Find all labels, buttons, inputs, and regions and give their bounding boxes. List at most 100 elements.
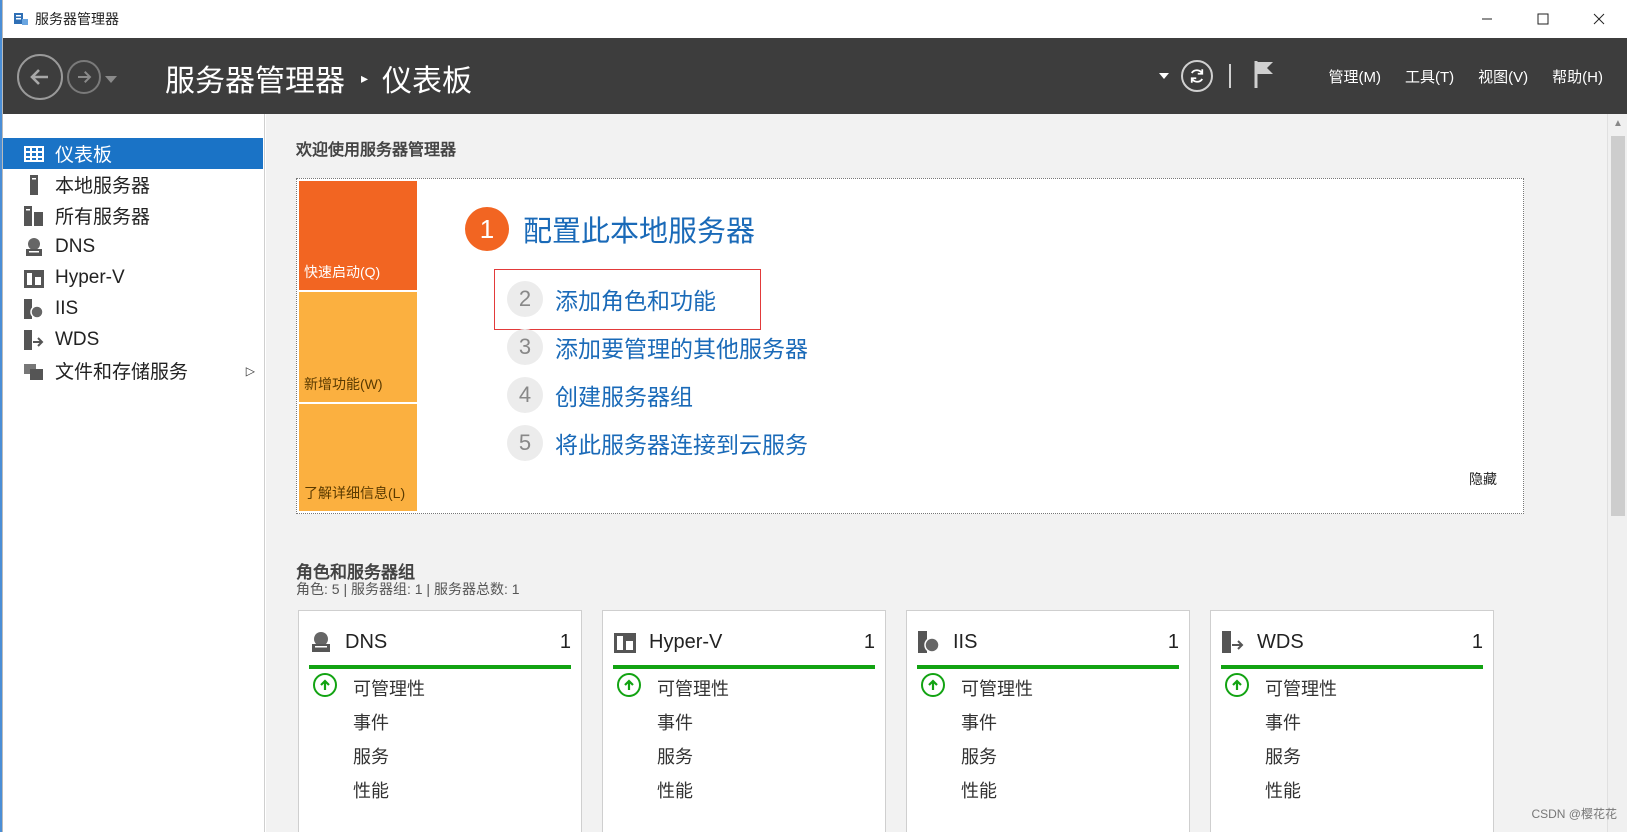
server-icon bbox=[23, 174, 45, 196]
ok-status-icon bbox=[1225, 673, 1249, 697]
tile-quick-start[interactable]: 快速启动(Q) bbox=[299, 181, 417, 290]
sidebar-item-local-server[interactable]: 本地服务器 bbox=[3, 169, 263, 200]
sidebar-item-label: 仪表板 bbox=[55, 145, 113, 166]
expand-arrow-icon[interactable]: ▷ bbox=[246, 364, 255, 378]
ok-status-icon bbox=[921, 673, 945, 697]
header-dropdown-icon[interactable] bbox=[1158, 67, 1169, 85]
ok-status-icon bbox=[313, 673, 337, 697]
card-count: 1 bbox=[559, 630, 571, 653]
sidebar-item-label: IIS bbox=[55, 297, 79, 319]
wds-icon bbox=[23, 329, 45, 351]
sidebar-item-label: 所有服务器 bbox=[55, 207, 151, 228]
tile-whats-new[interactable]: 新增功能(W) bbox=[299, 292, 417, 402]
card-row-services[interactable]: 服务 bbox=[657, 743, 693, 769]
sidebar-item-dashboard[interactable]: 仪表板 bbox=[3, 138, 263, 169]
role-card-iis[interactable]: IIS 1 可管理性 事件 服务 性能 bbox=[906, 610, 1190, 832]
server-manager-window: 服务器管理器 服务器管理器 ▸ 仪表板 管理(M) 工具(T) 视图(V) 帮助… bbox=[2, 0, 1627, 832]
card-row-events[interactable]: 事件 bbox=[657, 709, 693, 735]
arrow-left-icon bbox=[30, 69, 48, 85]
step-link[interactable]: 添加要管理的其他服务器 bbox=[555, 330, 808, 364]
hyperv-icon bbox=[613, 630, 637, 654]
step-create-server-group[interactable]: 4 创建服务器组 bbox=[507, 377, 693, 413]
refresh-button[interactable] bbox=[1180, 60, 1213, 92]
step-number: 1 bbox=[465, 207, 509, 251]
menu-tools[interactable]: 工具(T) bbox=[1405, 66, 1454, 87]
card-row-manageability[interactable]: 可管理性 bbox=[353, 675, 425, 701]
step-number: 4 bbox=[507, 377, 543, 413]
step-link[interactable]: 配置此本地服务器 bbox=[523, 208, 755, 250]
card-row-events[interactable]: 事件 bbox=[961, 709, 997, 735]
card-title[interactable]: IIS bbox=[953, 631, 977, 654]
arrow-right-icon bbox=[78, 71, 92, 83]
window-title: 服务器管理器 bbox=[35, 11, 119, 27]
card-row-manageability[interactable]: 可管理性 bbox=[657, 675, 729, 701]
status-bar bbox=[613, 665, 875, 669]
step-configure-local-server[interactable]: 1 配置此本地服务器 bbox=[465, 207, 755, 251]
card-count: 1 bbox=[1471, 630, 1483, 653]
card-row-manageability[interactable]: 可管理性 bbox=[1265, 675, 1337, 701]
card-row-events[interactable]: 事件 bbox=[1265, 709, 1301, 735]
step-link[interactable]: 创建服务器组 bbox=[555, 378, 693, 412]
card-row-events[interactable]: 事件 bbox=[353, 709, 389, 735]
notifications-flag-icon[interactable] bbox=[1253, 59, 1275, 94]
breadcrumb-root[interactable]: 服务器管理器 bbox=[165, 56, 345, 100]
role-card-hyperv[interactable]: Hyper-V 1 可管理性 事件 服务 性能 bbox=[602, 610, 886, 832]
history-dropdown-icon[interactable] bbox=[105, 71, 117, 89]
app-header: 服务器管理器 ▸ 仪表板 管理(M) 工具(T) 视图(V) 帮助(H) bbox=[3, 38, 1627, 114]
card-row-services[interactable]: 服务 bbox=[353, 743, 389, 769]
iis-icon bbox=[917, 630, 941, 654]
step-connect-cloud[interactable]: 5 将此服务器连接到云服务 bbox=[507, 425, 808, 461]
card-row-performance[interactable]: 性能 bbox=[657, 777, 693, 803]
card-row-performance[interactable]: 性能 bbox=[1265, 777, 1301, 803]
menu-manage[interactable]: 管理(M) bbox=[1329, 66, 1382, 87]
sidebar-item-label: 本地服务器 bbox=[55, 176, 151, 197]
sidebar-item-hyperv[interactable]: Hyper-V bbox=[3, 262, 263, 293]
close-button[interactable] bbox=[1571, 0, 1627, 38]
dns-icon bbox=[23, 236, 45, 258]
hide-link[interactable]: 隐藏 bbox=[1469, 469, 1497, 489]
status-bar bbox=[917, 665, 1179, 669]
forward-button[interactable] bbox=[67, 60, 101, 94]
sidebar-item-label: 文件和存储服务 bbox=[55, 362, 189, 383]
scroll-thumb[interactable] bbox=[1611, 136, 1625, 516]
card-count: 1 bbox=[863, 630, 875, 653]
scroll-up-icon[interactable]: ▲ bbox=[1613, 118, 1623, 129]
card-row-performance[interactable]: 性能 bbox=[961, 777, 997, 803]
role-card-dns[interactable]: DNS 1 可管理性 事件 服务 性能 bbox=[298, 610, 582, 832]
back-button[interactable] bbox=[17, 54, 63, 100]
minimize-button[interactable] bbox=[1459, 0, 1515, 38]
card-row-services[interactable]: 服务 bbox=[961, 743, 997, 769]
card-row-manageability[interactable]: 可管理性 bbox=[961, 675, 1033, 701]
status-bar bbox=[309, 665, 571, 669]
step-number: 3 bbox=[507, 329, 543, 365]
card-row-performance[interactable]: 性能 bbox=[353, 777, 389, 803]
role-card-wds[interactable]: WDS 1 可管理性 事件 服务 性能 bbox=[1210, 610, 1494, 832]
step-number: 2 bbox=[507, 281, 543, 317]
card-title[interactable]: DNS bbox=[345, 631, 387, 654]
watermark: CSDN @樱花花 bbox=[1531, 807, 1617, 821]
sidebar-item-all-servers[interactable]: 所有服务器 bbox=[3, 200, 263, 231]
step-link[interactable]: 将此服务器连接到云服务 bbox=[555, 426, 808, 460]
sidebar-item-file-storage[interactable]: 文件和存储服务 ▷ bbox=[3, 355, 263, 386]
sidebar-item-iis[interactable]: IIS bbox=[3, 293, 263, 324]
breadcrumb-separator: ▸ bbox=[361, 69, 369, 86]
step-link[interactable]: 添加角色和功能 bbox=[555, 282, 716, 316]
sidebar-item-label: DNS bbox=[55, 235, 96, 257]
menu-view[interactable]: 视图(V) bbox=[1478, 66, 1528, 87]
card-title[interactable]: WDS bbox=[1257, 631, 1304, 654]
wds-icon bbox=[1221, 630, 1245, 654]
vertical-scrollbar[interactable]: ▲ bbox=[1607, 114, 1627, 832]
card-row-services[interactable]: 服务 bbox=[1265, 743, 1301, 769]
dashboard-main: 欢迎使用服务器管理器 快速启动(Q) 新增功能(W) 了解详细信息(L) 1 配… bbox=[266, 114, 1608, 832]
menu-help[interactable]: 帮助(H) bbox=[1552, 66, 1603, 87]
step-add-roles-features[interactable]: 2 添加角色和功能 bbox=[507, 281, 716, 317]
ok-status-icon bbox=[617, 673, 641, 697]
step-add-other-servers[interactable]: 3 添加要管理的其他服务器 bbox=[507, 329, 808, 365]
maximize-button[interactable] bbox=[1515, 0, 1571, 38]
card-title[interactable]: Hyper-V bbox=[649, 631, 722, 654]
hyperv-icon bbox=[23, 267, 45, 289]
sidebar-item-dns[interactable]: DNS bbox=[3, 231, 263, 262]
tile-learn-more[interactable]: 了解详细信息(L) bbox=[299, 404, 417, 511]
sidebar-item-wds[interactable]: WDS bbox=[3, 324, 263, 355]
server-manager-app-icon bbox=[13, 11, 29, 27]
